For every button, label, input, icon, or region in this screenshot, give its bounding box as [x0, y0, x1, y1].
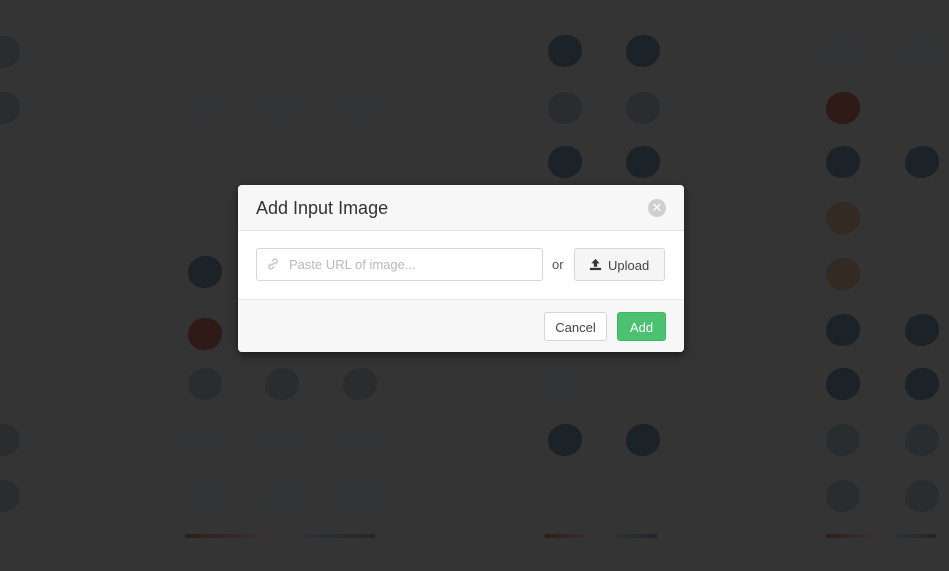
- add-input-image-dialog: Add Input Image ✕ or Upload: [238, 185, 684, 352]
- link-icon: [268, 258, 278, 270]
- page: Add Input Image ✕ or Upload: [0, 0, 949, 571]
- dialog-footer: Cancel Add: [238, 300, 684, 352]
- close-icon: ✕: [651, 200, 663, 215]
- cancel-button[interactable]: Cancel: [544, 312, 607, 341]
- dialog-body: or Upload: [238, 231, 684, 300]
- add-button[interactable]: Add: [617, 312, 666, 341]
- upload-button[interactable]: Upload: [574, 248, 665, 281]
- upload-label: Upload: [608, 258, 650, 273]
- or-label: or: [552, 257, 564, 272]
- image-url-input[interactable]: [289, 249, 534, 280]
- upload-icon: [589, 258, 602, 271]
- dialog-header: Add Input Image ✕: [238, 185, 684, 231]
- dialog-title: Add Input Image: [256, 198, 389, 218]
- close-button[interactable]: ✕: [648, 199, 666, 217]
- image-url-field[interactable]: [256, 248, 543, 281]
